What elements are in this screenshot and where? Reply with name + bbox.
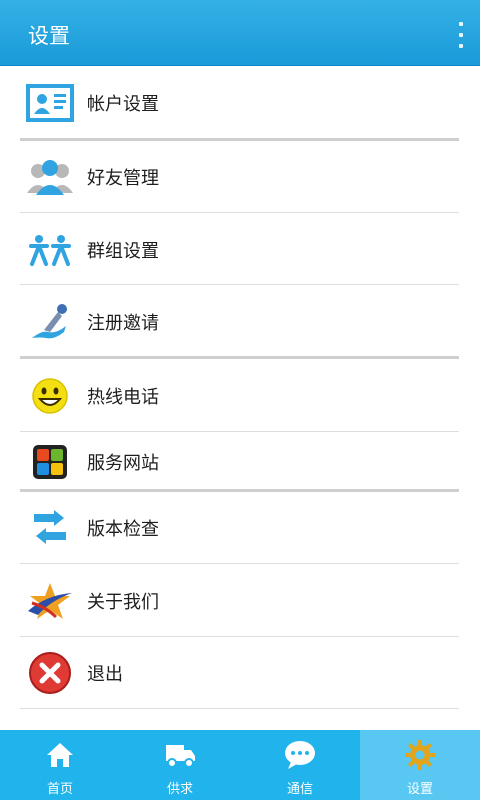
truck-icon	[162, 738, 198, 772]
home-icon	[42, 738, 78, 772]
settings-item-label: 群组设置	[87, 241, 159, 262]
tab-label: 供求	[166, 782, 193, 797]
exit-icon	[26, 649, 74, 697]
tab-label: 首页	[46, 782, 73, 797]
divider	[20, 284, 459, 285]
divider	[20, 489, 459, 492]
settings-item-label: 注册邀请	[87, 313, 159, 334]
tab-label: 通信	[286, 782, 313, 797]
divider	[20, 138, 459, 141]
settings-item-hotline[interactable]: 热线电话	[20, 372, 459, 420]
bottom-tab-bar: 首页 供求 通信 设置	[0, 730, 480, 800]
tab-home[interactable]: 首页	[0, 730, 120, 800]
friends-icon	[26, 153, 74, 201]
tab-messages[interactable]: 通信	[240, 730, 360, 800]
overflow-menu-icon[interactable]	[456, 22, 466, 48]
invite-icon	[26, 298, 74, 346]
settings-item-invite[interactable]: 注册邀请	[20, 298, 459, 346]
divider	[20, 636, 459, 637]
settings-item-friends[interactable]: 好友管理	[20, 153, 459, 201]
tab-supply-demand[interactable]: 供求	[120, 730, 240, 800]
star-logo-icon	[26, 577, 74, 625]
settings-item-label: 好友管理	[87, 168, 159, 189]
tab-settings[interactable]: 设置	[360, 730, 480, 800]
settings-item-about[interactable]: 关于我们	[20, 577, 459, 625]
divider	[20, 431, 459, 432]
settings-item-label: 退出	[87, 664, 123, 685]
page-title: 设置	[28, 24, 70, 48]
settings-item-label: 版本检查	[87, 519, 159, 540]
divider	[20, 212, 459, 213]
settings-item-groups[interactable]: 群组设置	[20, 226, 459, 274]
divider	[20, 563, 459, 564]
windows-icon	[26, 438, 74, 486]
arrows-icon	[26, 504, 74, 552]
settings-item-account[interactable]: 帐户设置	[20, 79, 459, 127]
settings-item-website[interactable]: 服务网站	[20, 438, 459, 486]
settings-item-version-check[interactable]: 版本检查	[20, 504, 459, 552]
settings-item-label: 帐户设置	[87, 94, 159, 115]
account-card-icon	[26, 79, 74, 127]
divider	[20, 708, 459, 709]
smiley-icon	[26, 372, 74, 420]
settings-item-label: 服务网站	[87, 453, 159, 474]
divider	[20, 356, 459, 359]
group-icon	[26, 226, 74, 274]
gear-icon	[402, 738, 438, 772]
settings-item-label: 热线电话	[87, 387, 159, 408]
title-bar: 设置	[0, 0, 480, 66]
settings-item-exit[interactable]: 退出	[20, 649, 459, 697]
tab-label: 设置	[406, 782, 433, 797]
settings-item-label: 关于我们	[87, 592, 159, 613]
chat-icon	[282, 738, 318, 772]
